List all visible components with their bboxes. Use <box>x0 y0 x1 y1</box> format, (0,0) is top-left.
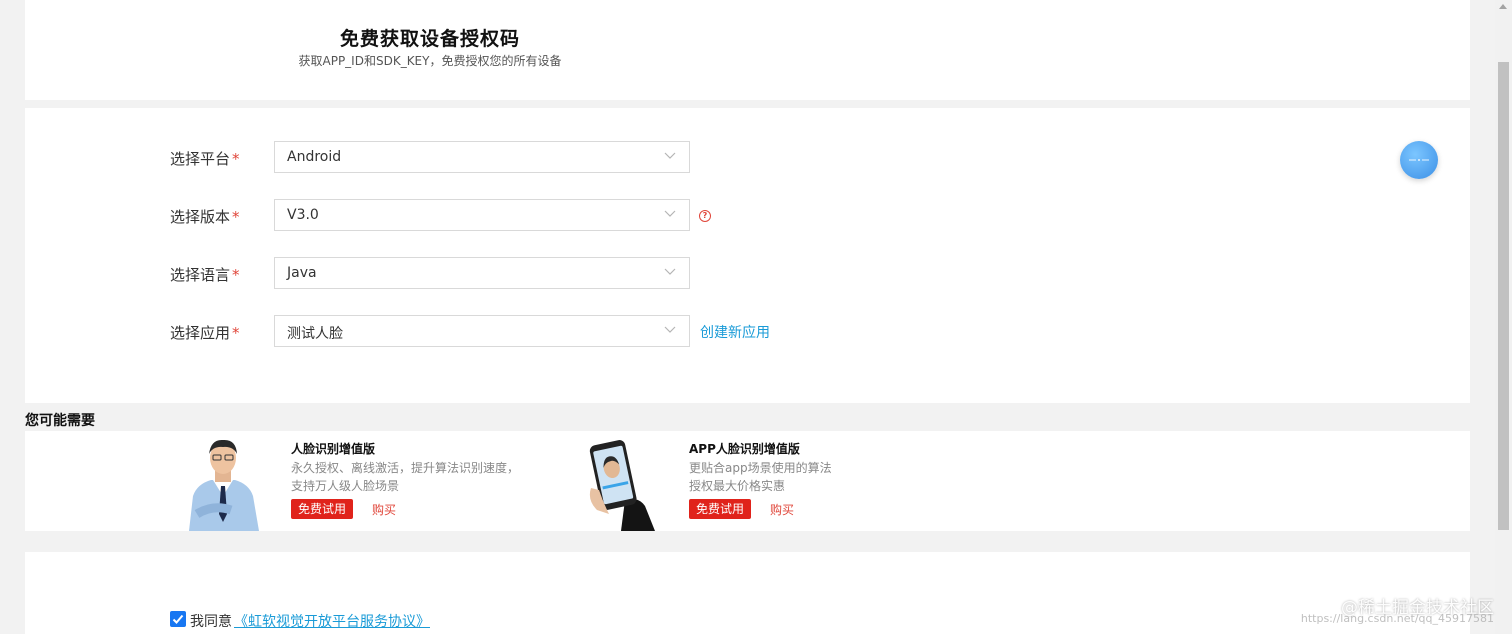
chevron-down-icon <box>664 210 676 217</box>
required-mark: * <box>232 150 240 168</box>
free-trial-button[interactable]: 免费试用 <box>291 499 353 519</box>
scrollbar-thumb[interactable] <box>1498 62 1509 530</box>
service-agreement-link[interactable]: 《虹软视觉开放平台服务协议》 <box>234 611 430 631</box>
page-subtitle: 获取APP_ID和SDK_KEY，免费授权您的所有设备 <box>298 54 562 68</box>
question-circle-icon[interactable]: ? <box>699 210 711 222</box>
phone-hand-image <box>589 440 655 531</box>
app-label: 选择应用 * <box>170 324 240 342</box>
form-card: 选择平台 * Android 选择版本 * V3.0 ? 选择语言 * Java 选择… <box>25 108 1470 403</box>
check-icon <box>172 614 184 624</box>
version-label: 选择版本 * <box>170 208 240 226</box>
product-desc: 永久授权、离线激活，提升算法识别速度， <box>291 461 520 475</box>
platform-select[interactable]: Android <box>274 141 690 173</box>
platform-select-value: Android <box>287 149 342 165</box>
page-title: 免费获取设备授权码 <box>339 28 520 50</box>
scroll-up-arrow-icon[interactable] <box>1499 4 1507 9</box>
create-app-link[interactable]: 创建新应用 <box>700 322 770 342</box>
language-label: 选择语言 * <box>170 266 240 284</box>
assistant-icon <box>1409 159 1429 161</box>
agreement-card: 我同意 《虹软视觉开放平台服务协议》 <box>25 552 1470 634</box>
language-select-value: Java <box>287 265 317 281</box>
version-select-value: V3.0 <box>287 207 319 223</box>
product-title: 人脸识别增值版 <box>291 442 376 456</box>
platform-label: 选择平台 * <box>170 150 240 168</box>
buy-link[interactable]: 购买 <box>770 501 794 518</box>
floating-assistant-button[interactable] <box>1400 141 1438 179</box>
promo-card: 人脸识别增值版 永久授权、离线激活，提升算法识别速度， 支持万人级人脸场景 免费… <box>25 431 1470 531</box>
app-select[interactable]: 测试人脸 <box>274 315 690 347</box>
language-select[interactable]: Java <box>274 257 690 289</box>
recommend-section-title: 您可能需要 <box>25 413 95 429</box>
header-card: 免费获取设备授权码 获取APP_ID和SDK_KEY，免费授权您的所有设备 <box>25 0 1470 100</box>
required-mark: * <box>232 324 240 342</box>
free-trial-button[interactable]: 免费试用 <box>689 499 751 519</box>
watermark-url: https://lang.csdn.net/qq_45917581 <box>1300 612 1494 625</box>
agreement-checkbox[interactable] <box>170 611 186 627</box>
required-mark: * <box>232 208 240 226</box>
chevron-down-icon <box>664 152 676 159</box>
product-desc: 更贴合app场景使用的算法 <box>689 461 832 475</box>
version-select[interactable]: V3.0 <box>274 199 690 231</box>
businessman-image <box>189 439 259 531</box>
product-desc: 授权最大价格实惠 <box>689 479 786 493</box>
product-face-recognition: 人脸识别增值版 永久授权、离线激活，提升算法识别速度， 支持万人级人脸场景 免费… <box>25 431 565 531</box>
agreement-prefix: 我同意 <box>190 614 232 630</box>
page-scrollbar[interactable] <box>1495 0 1512 634</box>
product-desc: 支持万人级人脸场景 <box>291 479 400 493</box>
required-mark: * <box>232 266 240 284</box>
app-select-value: 测试人脸 <box>287 326 343 342</box>
chevron-down-icon <box>664 268 676 275</box>
product-title: APP人脸识别增值版 <box>689 442 800 456</box>
product-app-face-recognition: APP人脸识别增值版 更贴合app场景使用的算法 授权最大价格实惠 免费试用 购… <box>565 431 1065 531</box>
chevron-down-icon <box>664 326 676 333</box>
buy-link[interactable]: 购买 <box>372 501 396 518</box>
